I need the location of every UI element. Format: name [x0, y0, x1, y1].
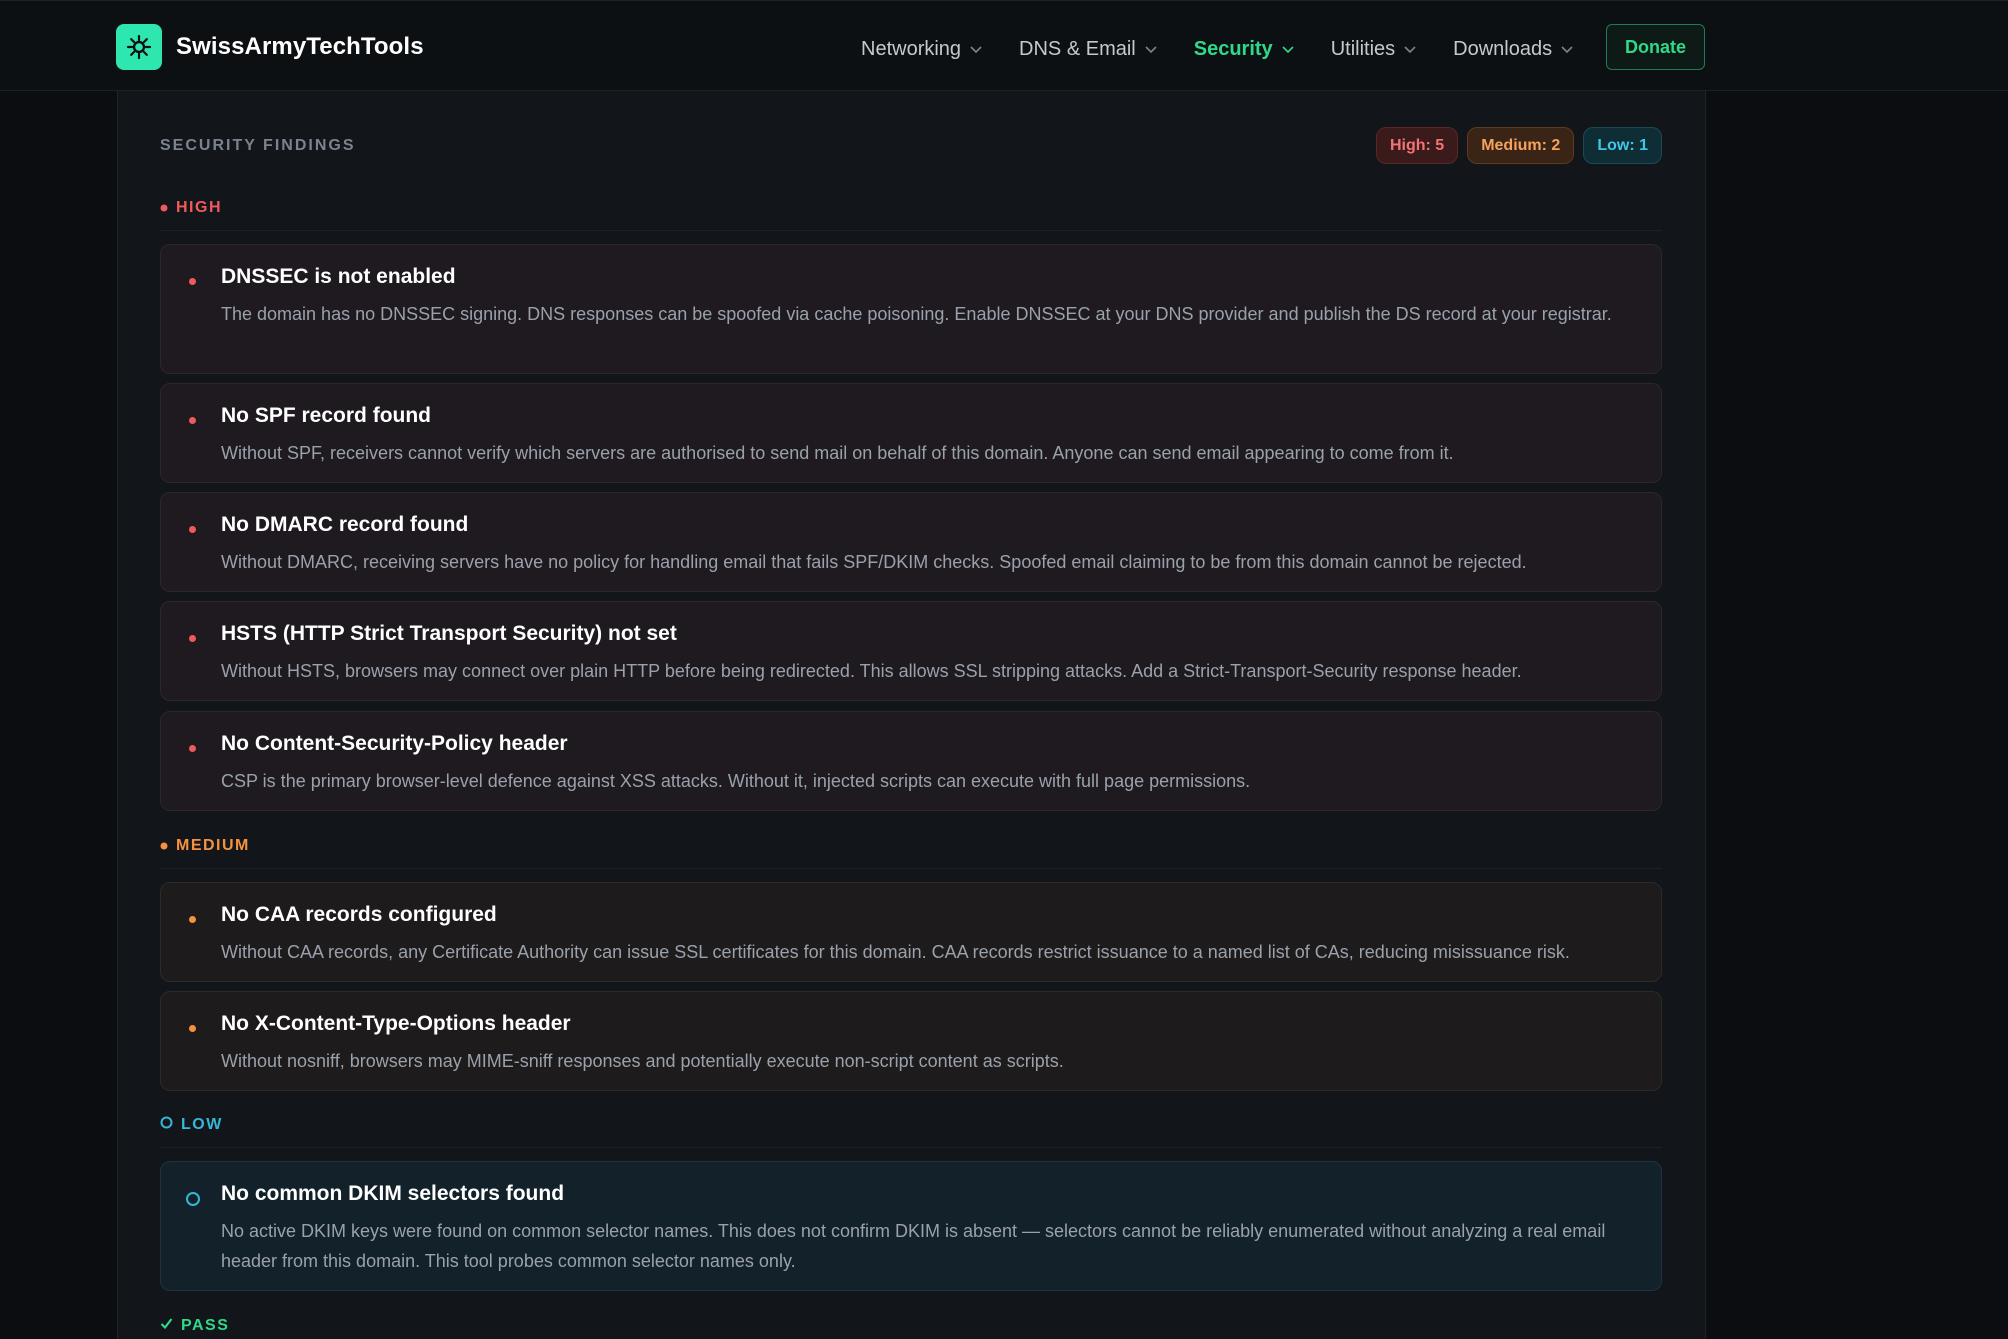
nav-item-label: DNS & Email — [1019, 37, 1136, 60]
chevron-down-icon — [1404, 46, 1416, 54]
ring-icon — [160, 1116, 173, 1134]
section-label: PASS — [181, 1317, 230, 1334]
finding-card: DNSSEC is not enabled The domain has no … — [160, 244, 1662, 374]
chevron-down-icon — [1561, 46, 1573, 54]
section-heading-medium: MEDIUM — [160, 837, 250, 855]
donate-button[interactable]: Donate — [1606, 24, 1705, 70]
finding-card: No DMARC record found Without DMARC, rec… — [160, 492, 1662, 592]
nav-item-downloads[interactable]: Downloads — [1453, 38, 1574, 61]
section-label: MEDIUM — [176, 837, 250, 854]
nav-item-security[interactable]: Security — [1194, 38, 1295, 61]
severity-dot-icon — [189, 635, 196, 642]
severity-dot-icon — [189, 526, 196, 533]
finding-title: No X-Content-Type-Options header — [221, 1012, 571, 1035]
finding-title: No common DKIM selectors found — [221, 1182, 565, 1205]
low-count-badge: Low: 1 — [1583, 127, 1662, 164]
nav-item-networking[interactable]: Networking — [861, 38, 983, 61]
finding-description: Without DMARC, receiving servers have no… — [221, 552, 1527, 572]
finding-description: No active DKIM keys were found on common… — [221, 1221, 1606, 1271]
findings-header: SECURITY FINDINGS High: 5 Medium: 2 Low:… — [160, 127, 1662, 165]
section-divider — [160, 868, 1662, 869]
chevron-down-icon — [1145, 46, 1157, 54]
finding-title: No DMARC record found — [221, 513, 469, 536]
findings-title: SECURITY FINDINGS — [160, 137, 356, 154]
nav-item-label: Networking — [861, 37, 962, 60]
section-heading-pass: PASS — [160, 1317, 229, 1335]
chevron-down-icon — [1282, 46, 1294, 54]
security-findings-panel: SECURITY FINDINGS High: 5 Medium: 2 Low:… — [117, 91, 1706, 1339]
main-nav: Networking DNS & Email Security Utilitie… — [861, 29, 1610, 69]
brand-link[interactable]: SwissArmyTechTools — [116, 24, 424, 70]
finding-description: The domain has no DNSSEC signing. DNS re… — [221, 304, 1612, 324]
section-heading-low: LOW — [160, 1116, 223, 1134]
top-navigation-bar: SwissArmyTechTools Networking DNS & Emai… — [0, 0, 2008, 91]
severity-badges: High: 5 Medium: 2 Low: 1 — [1367, 127, 1662, 164]
bullet-icon — [160, 837, 168, 855]
section-heading-high: HIGH — [160, 199, 222, 217]
finding-description: Without CAA records, any Certificate Aut… — [221, 942, 1570, 962]
medium-count-badge: Medium: 2 — [1467, 127, 1575, 164]
app-name: SwissArmyTechTools — [176, 33, 424, 60]
finding-card: No X-Content-Type-Options header Without… — [160, 991, 1662, 1091]
finding-card: No CAA records configured Without CAA re… — [160, 882, 1662, 982]
finding-description: Without SPF, receivers cannot verify whi… — [221, 443, 1454, 463]
finding-title: No CAA records configured — [221, 903, 497, 926]
finding-card: No Content-Security-Policy header CSP is… — [160, 711, 1662, 811]
bullet-icon — [160, 199, 168, 217]
gear-icon — [116, 24, 162, 70]
finding-card: No common DKIM selectors found No active… — [160, 1161, 1662, 1291]
section-divider — [160, 1147, 1662, 1148]
nav-item-dns-email[interactable]: DNS & Email — [1019, 38, 1158, 61]
finding-title: HSTS (HTTP Strict Transport Security) no… — [221, 622, 677, 645]
finding-description: CSP is the primary browser-level defence… — [221, 771, 1251, 791]
finding-title: No Content-Security-Policy header — [221, 732, 568, 755]
section-label: HIGH — [176, 199, 222, 216]
section-divider — [160, 230, 1662, 231]
high-count-badge: High: 5 — [1375, 127, 1459, 164]
finding-card: HSTS (HTTP Strict Transport Security) no… — [160, 601, 1662, 701]
finding-title: DNSSEC is not enabled — [221, 265, 456, 288]
finding-description: Without nosniff, browsers may MIME-sniff… — [221, 1051, 1064, 1071]
severity-dot-icon — [189, 745, 196, 752]
nav-item-label: Utilities — [1330, 37, 1396, 60]
severity-dot-icon — [189, 278, 196, 285]
severity-dot-icon — [189, 417, 196, 424]
finding-card: No SPF record found Without SPF, receive… — [160, 383, 1662, 483]
section-label: LOW — [181, 1116, 223, 1133]
severity-dot-icon — [189, 916, 196, 923]
finding-description: Without HSTS, browsers may connect over … — [221, 661, 1522, 681]
checkmark-icon — [160, 1317, 173, 1335]
severity-dot-icon — [189, 1025, 196, 1032]
severity-ring-icon — [186, 1192, 200, 1206]
nav-item-utilities[interactable]: Utilities — [1331, 38, 1417, 61]
nav-item-label: Security — [1193, 37, 1273, 60]
finding-title: No SPF record found — [221, 404, 431, 427]
nav-item-label: Downloads — [1453, 37, 1553, 60]
chevron-down-icon — [970, 46, 982, 54]
